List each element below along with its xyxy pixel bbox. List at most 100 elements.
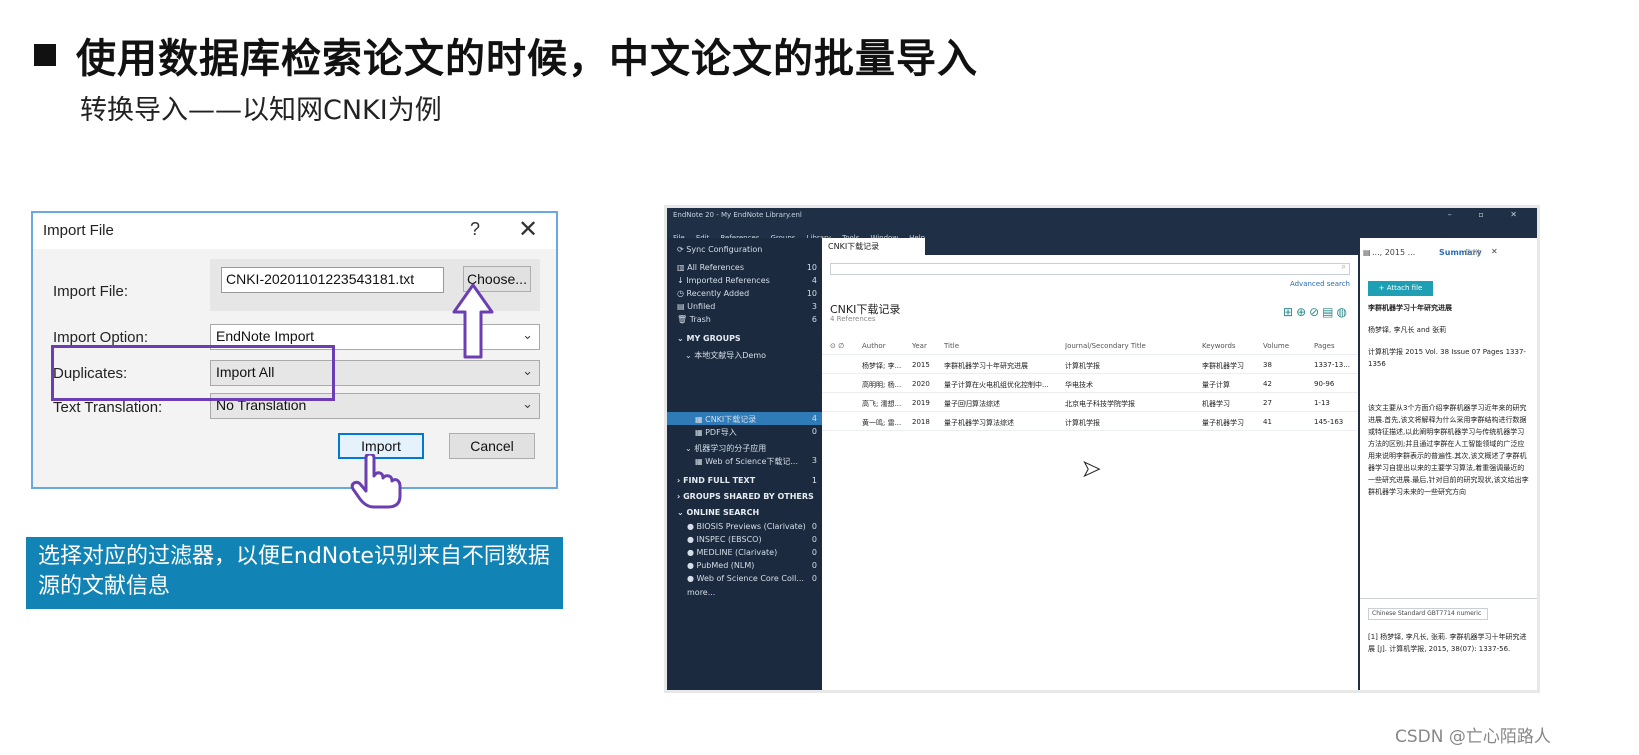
sidebar-item-label: PDF导入 — [705, 428, 737, 437]
cell-author: 杨梦铎; 李... — [862, 362, 902, 370]
column-title[interactable]: Title — [944, 342, 1059, 350]
sidebar-more-link[interactable]: more... — [687, 588, 827, 597]
cell-volume: 38 — [1263, 361, 1272, 369]
sidebar-item-label: Recently Added — [686, 289, 750, 298]
sidebar-item-cnki[interactable]: ▦ CNKI下载记录 4 — [695, 414, 817, 425]
chevron-down-icon: ⌄ — [685, 351, 692, 360]
sidebar-item-label: Web of Science下载记... — [705, 457, 798, 466]
sidebar-item-count: 0 — [811, 522, 817, 531]
cell-journal: 计算机学报 — [1065, 419, 1100, 427]
sidebar-item-label: PubMed (NLM) — [696, 561, 755, 570]
search-input[interactable]: ⌕ — [830, 262, 1350, 275]
sidebar-item-all-references[interactable]: ▥ All References 10 — [677, 263, 817, 272]
group-count: 4 References — [830, 315, 876, 323]
cell-volume: 42 — [1263, 380, 1272, 388]
globe-icon: ● — [687, 522, 694, 531]
import-option-label: Import Option: — [53, 329, 149, 346]
panel-reference-label: ..., 2015 ... — [1372, 248, 1416, 257]
sidebar-item-inspec[interactable]: ● INSPEC (EBSCO) 0 — [687, 535, 817, 544]
close-icon[interactable]: ✕ — [1491, 247, 1498, 256]
cell-author: 黄一鸣; 雷... — [862, 419, 902, 427]
attach-file-button[interactable]: + Attach file — [1368, 281, 1433, 296]
cell-journal: 华电技术 — [1065, 381, 1093, 389]
sidebar-item-wos-core[interactable]: ● Web of Science Core Coll... 0 — [687, 574, 817, 583]
sidebar-item-medline[interactable]: ● MEDLINE (Clarivate) 0 — [687, 548, 817, 557]
cancel-button[interactable]: Cancel — [449, 433, 535, 459]
cell-author: 高明明; 杨... — [862, 381, 902, 389]
column-journal[interactable]: Journal/Secondary Title — [1065, 342, 1195, 350]
column-author[interactable]: Author — [862, 342, 906, 350]
library-icon: ▥ — [677, 263, 685, 272]
tab-edit[interactable]: Edit — [1465, 248, 1481, 257]
sidebar-item-count: 0 — [811, 535, 817, 544]
panel-source: 计算机学报 2015 Vol. 38 Issue 07 Pages 1337-1… — [1368, 348, 1526, 368]
reference-list-pane: ⌕ Advanced search CNKI下载记录 4 References … — [822, 255, 1358, 690]
sidebar-item-label: INSPEC (EBSCO) — [696, 535, 762, 544]
cell-volume: 41 — [1263, 418, 1272, 426]
sidebar-item-count: 10 — [806, 263, 817, 272]
sidebar-item-wos[interactable]: ▦ Web of Science下载记... 3 — [695, 456, 817, 467]
cell-title: 量子机器学习算法综述 — [944, 419, 1014, 427]
sidebar-item-sync[interactable]: ⟳ Sync Configuration — [677, 245, 817, 254]
citation-style-select[interactable]: Chinese Standard GBT7714 numeric — [1368, 608, 1488, 620]
group-set-ml[interactable]: ⌄ 机器学习的分子应用 — [685, 443, 825, 454]
watermark: CSDN @亡心陌路人 — [1395, 727, 1551, 747]
close-icon[interactable]: ✕ — [518, 215, 538, 244]
online-search-heading[interactable]: ⌄ ONLINE SEARCH — [677, 508, 759, 517]
column-keywords[interactable]: Keywords — [1202, 342, 1257, 350]
import-file-label: Import File: — [53, 283, 129, 300]
table-row[interactable]: 高明明; 杨... 2020 量子计算在火电机组优化控制中... 华电技术 量子… — [822, 374, 1358, 393]
sync-icon: ⟳ — [677, 245, 684, 254]
sidebar-item-recent[interactable]: ◷ Recently Added 10 — [677, 289, 817, 298]
sidebar-item-count: 3 — [811, 302, 817, 311]
column-volume[interactable]: Volume — [1263, 342, 1303, 350]
sidebar-item-biosis[interactable]: ● BIOSIS Previews (Clarivate) 0 — [687, 522, 817, 531]
find-full-text-heading[interactable]: › FIND FULL TEXT 1 — [677, 476, 817, 485]
table-row[interactable]: 黄一鸣; 雷... 2018 量子机器学习算法综述 计算机学报 量子机器学习 4… — [822, 412, 1358, 431]
table-row[interactable]: 杨梦铎; 李... 2015 李群机器学习十年研究进展 计算机学报 李群机器学习… — [822, 355, 1358, 374]
tab-cnki[interactable]: CNKI下载记录 — [822, 238, 925, 255]
column-pages[interactable]: Pages — [1314, 342, 1354, 350]
cell-keywords: 李群机器学习 — [1202, 362, 1244, 370]
chevron-down-icon: ⌄ — [677, 334, 684, 343]
cell-year: 2020 — [912, 380, 930, 388]
globe-icon: ● — [687, 561, 694, 570]
sidebar-item-trash[interactable]: 🗑 Trash 6 — [677, 315, 817, 324]
import-option-highlight — [51, 345, 335, 401]
chevron-down-icon: ⌄ — [677, 508, 684, 517]
slide-title: 使用数据库检索论文的时候，中文论文的批量导入 — [34, 26, 978, 84]
panel-citation: [1] 杨梦铎, 李凡长, 张莉. 李群机器学习十年研究进展 [J]. 计算机学… — [1368, 633, 1527, 653]
slide-title-text: 使用数据库检索论文的时候，中文论文的批量导入 — [76, 36, 978, 82]
chevron-down-icon: ⌄ — [522, 363, 533, 378]
sidebar-item-label: MEDLINE (Clarivate) — [696, 548, 778, 557]
sidebar-item-pdf[interactable]: ▦ PDF导入 0 — [695, 427, 817, 438]
group-set-local-demo[interactable]: ⌄ 本地文献导入Demo — [685, 350, 825, 361]
table-row[interactable]: 高飞; 濡想... 2019 量子回归算法综述 北京电子科技学院学报 机器学习 … — [822, 393, 1358, 412]
sidebar-item-count: 0 — [811, 561, 817, 570]
chevron-down-icon: ⌄ — [522, 396, 533, 411]
cell-keywords: 机器学习 — [1202, 400, 1230, 408]
cell-journal: 北京电子科技学院学报 — [1065, 400, 1135, 408]
sidebar-item-label: BIOSIS Previews (Clarivate) — [696, 522, 806, 531]
column-year[interactable]: Year — [912, 342, 938, 350]
toolbar-icons[interactable]: ⊞⊕⊘▤◍ — [1283, 305, 1350, 319]
help-icon[interactable]: ? — [470, 219, 480, 240]
cell-title: 量子计算在火电机组优化控制中... — [944, 381, 1049, 389]
window-controls-icon[interactable]: – ▫ ✕ — [1448, 210, 1529, 219]
shared-groups-heading[interactable]: › GROUPS SHARED BY OTHERS — [677, 492, 814, 501]
sidebar-item-label: Web of Science Core Coll... — [696, 574, 804, 583]
dialog-title: Import File — [43, 222, 114, 239]
reference-summary-panel: ▤ ..., 2015 ... Summary Edit ✕ + Attach … — [1358, 238, 1537, 690]
sidebar-item-imported[interactable]: ↓ Imported References 4 — [677, 276, 817, 285]
sidebar-item-unfiled[interactable]: ▤ Unfiled 3 — [677, 302, 817, 311]
square-bullet-icon — [34, 44, 56, 66]
sidebar-item-label: Imported References — [686, 276, 770, 285]
table-header: ⊙ ∅ Author Year Title Journal/Secondary … — [822, 336, 1358, 355]
sidebar-item-pubmed[interactable]: ● PubMed (NLM) 0 — [687, 561, 817, 570]
my-groups-heading[interactable]: ⌄ MY GROUPS — [677, 334, 741, 343]
dialog-body: Import File: CNKI-20201101223543181.txt … — [33, 249, 556, 487]
sidebar-item-count: 3 — [811, 456, 817, 465]
advanced-search-link[interactable]: Advanced search — [1290, 280, 1350, 288]
import-file-input[interactable]: CNKI-20201101223543181.txt — [221, 267, 444, 293]
text-translation-label: Text Translation: — [53, 399, 163, 416]
